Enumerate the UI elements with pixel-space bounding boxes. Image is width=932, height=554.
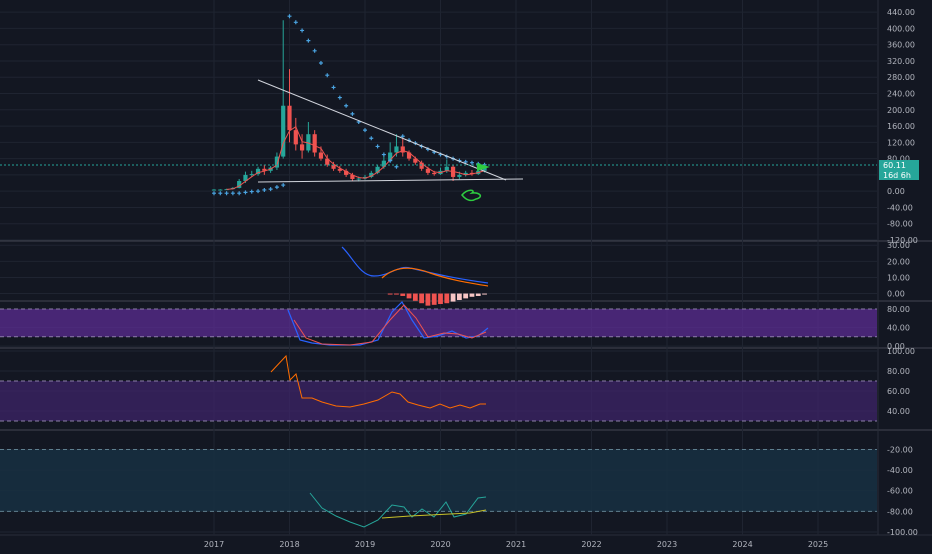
candle-body [457,174,462,177]
countdown-label: 16d 6h [883,171,911,180]
macd-histogram-bar [412,293,418,301]
macd-histogram-bar [482,293,487,295]
time-axis-label: 2020 [430,540,450,549]
macd-histogram-bar [406,293,412,299]
macd-histogram-bar [475,293,481,296]
price-axis-label: -100.00 [887,528,918,537]
chart-canvas[interactable]: 440.00 400.00 360.00 320.00 280.00 240.00 200.… [0,0,932,550]
price-axis-label: 320.00 [887,57,915,66]
price-axis-label: -40.00 [887,203,913,212]
price-axis-label: -80.00 [887,507,913,516]
chart-stage: 440.00 400.00 360.00 320.00 280.00 240.00 200.… [0,0,932,550]
price-axis-label: -40.00 [887,466,913,475]
price-axis-label: 0.00 [887,290,905,299]
candle-body [218,189,223,191]
candle-body [287,105,292,131]
countdown-badge: 16d 6h [879,170,919,180]
price-axis-label: -80.00 [887,220,913,229]
macd-histogram-bar [469,293,475,297]
time-axis-label: 2025 [808,540,828,549]
last-price-badge: 60.11 [879,160,919,170]
price-axis-label: 440.00 [887,8,915,17]
macd-histogram-bar [456,293,462,300]
indicator-band [0,381,877,421]
price-axis-label: 0.00 [887,187,905,196]
price-axis-label: 100.00 [887,347,915,356]
candle-body [318,152,324,159]
macd-histogram-bar [463,293,469,299]
time-axis-label: 2023 [657,540,677,549]
price-axis-label: 20.00 [887,257,910,266]
macd-histogram-bar [450,293,456,302]
time-scale[interactable]: 2017 2018 2019 2020 2021 2022 2023 2024 2025 [204,540,828,549]
price-axis-label: 30.00 [887,241,910,250]
price-axis-label: 80.00 [887,305,910,314]
price-axis-label: 120.00 [887,138,915,147]
candle-body [299,144,305,151]
price-axis-label: 60.00 [887,387,910,396]
candle-body [356,178,361,180]
candle-body [249,174,254,176]
price-axis-label: 160.00 [887,122,915,131]
candle-body [293,130,298,145]
price-axis-label: 80.00 [887,367,910,376]
time-axis-label: 2017 [204,540,224,549]
price-axis-label: -60.00 [887,487,913,496]
macd-histogram-bar [419,293,425,304]
time-axis-label: 2024 [732,540,752,549]
macd-histogram-bar [425,293,431,306]
price-axis-label: 40.00 [887,407,910,416]
time-axis-label: 2018 [279,540,299,549]
indicator-band [0,449,877,512]
price-axis-label: 360.00 [887,41,915,50]
price-axis-label: 240.00 [887,90,915,99]
macd-histogram-bar [444,293,450,304]
price-axis-label: 40.00 [887,324,910,333]
last-price-label: 60.11 [883,161,906,170]
time-axis-label: 2019 [355,540,375,549]
time-axis-label: 2022 [581,540,601,549]
macd-histogram-bar [438,293,443,305]
macd-histogram-bar [400,293,406,296]
candle-body [394,146,399,153]
macd-histogram-bar [431,293,437,305]
price-axis-label: -20.00 [887,446,913,455]
price-axis-label: 400.00 [887,24,915,33]
candle-body [312,134,317,153]
candle-body [211,189,217,191]
candle-body [432,172,437,175]
price-axis-label: 280.00 [887,73,915,82]
macd-histogram-bar [387,293,393,295]
indicator-band [0,308,877,337]
price-axis-label: 10.00 [887,273,910,282]
time-axis-label: 2021 [506,540,526,549]
macd-histogram-bar [394,293,399,295]
price-axis-label: 200.00 [887,106,915,115]
